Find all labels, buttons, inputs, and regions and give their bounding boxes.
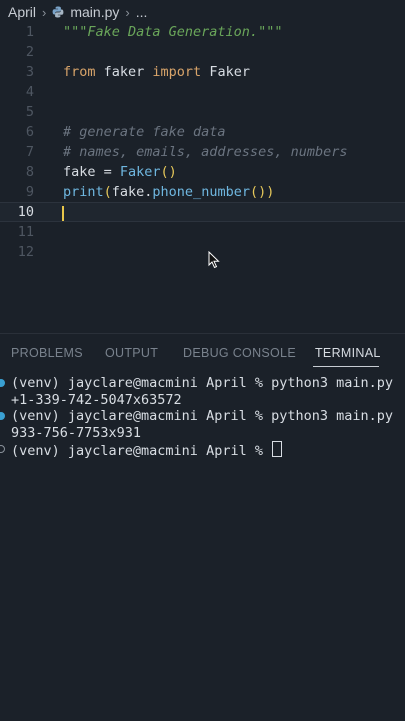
- code-line[interactable]: 1 """Fake Data Generation.""": [0, 22, 405, 42]
- terminal-text: (venv) jayclare@macmini April %: [11, 443, 272, 459]
- code-token: (): [249, 184, 267, 200]
- terminal-line: (venv) jayclare@macmini April % python3 …: [0, 375, 405, 392]
- line-number: 3: [25, 64, 34, 80]
- chevron-right-icon: ›: [42, 4, 47, 20]
- code-line[interactable]: 7 # names, emails, addresses, numbers: [0, 142, 405, 162]
- panel-tabs: PROBLEMS OUTPUT DEBUG CONSOLE TERMINAL: [0, 334, 405, 374]
- code-token: ): [266, 184, 275, 200]
- breadcrumb-file[interactable]: main.py: [70, 4, 119, 20]
- command-pending-dot-icon[interactable]: [0, 445, 5, 453]
- code-text: # names, emails, addresses, numbers: [63, 144, 347, 160]
- python-file-icon: [52, 6, 64, 18]
- code-token: fake.: [111, 184, 153, 200]
- terminal-text: +1-339-742-5047x63572: [11, 391, 182, 408]
- text-cursor: [62, 206, 64, 221]
- code-line[interactable]: 3 from faker import Faker: [0, 62, 405, 82]
- code-token: print: [63, 184, 104, 200]
- tab-terminal[interactable]: TERMINAL: [315, 346, 381, 360]
- code-token: phone_number: [152, 184, 250, 200]
- terminal-line: 933-756-7753x931: [0, 425, 405, 442]
- code-token: import: [152, 64, 202, 80]
- terminal-cursor: [272, 441, 283, 457]
- breadcrumb-more[interactable]: ...: [136, 4, 148, 20]
- code-text: """Fake Data Generation.""": [63, 24, 282, 40]
- line-number: 12: [17, 244, 34, 260]
- terminal-text: 933-756-7753x931: [11, 424, 142, 441]
- command-status-dot-icon[interactable]: [0, 379, 5, 387]
- bottom-panel: PROBLEMS OUTPUT DEBUG CONSOLE TERMINAL (…: [0, 333, 405, 721]
- code-token: # names, emails, addresses, numbers: [63, 144, 348, 160]
- code-line[interactable]: 9 print(fake.phone_number()): [0, 182, 405, 202]
- tab-output[interactable]: OUTPUT: [105, 346, 158, 360]
- line-number: 9: [25, 184, 34, 200]
- code-token: fake =: [63, 164, 120, 180]
- tab-debug-console[interactable]: DEBUG CONSOLE: [183, 346, 296, 360]
- code-line[interactable]: 11: [0, 222, 405, 242]
- code-line[interactable]: 4: [0, 82, 405, 102]
- active-tab-indicator: [313, 366, 379, 367]
- line-number: 8: [25, 164, 34, 180]
- tab-problems[interactable]: PROBLEMS: [11, 346, 83, 360]
- chevron-right-icon: ›: [125, 4, 130, 20]
- code-token: (: [103, 184, 112, 200]
- code-token: faker: [95, 64, 153, 80]
- code-token: Faker: [201, 64, 250, 80]
- code-text: print(fake.phone_number()): [63, 184, 274, 200]
- line-number: 2: [25, 44, 34, 60]
- breadcrumb-folder[interactable]: April: [8, 4, 36, 20]
- code-line[interactable]: 8 fake = Faker(): [0, 162, 405, 182]
- terminal-line: (venv) jayclare@macmini April % python3 …: [0, 408, 405, 425]
- code-text: # generate fake data: [63, 124, 226, 140]
- code-token: # generate fake data: [63, 124, 226, 140]
- terminal-text: (venv) jayclare@macmini April % python3 …: [11, 408, 394, 424]
- mouse-pointer-icon: [208, 251, 220, 269]
- line-number: 1: [25, 24, 34, 40]
- code-text: from faker import Faker: [63, 64, 250, 80]
- code-line[interactable]: 6 # generate fake data: [0, 122, 405, 142]
- line-number: 11: [17, 224, 34, 240]
- line-number: 10: [17, 204, 34, 220]
- code-token: from: [63, 64, 96, 80]
- terminal-line: (venv) jayclare@macmini April %: [0, 441, 405, 459]
- code-line[interactable]: 12: [0, 242, 405, 262]
- code-line[interactable]: 5: [0, 102, 405, 122]
- line-number: 5: [25, 104, 34, 120]
- code-editor[interactable]: 1 """Fake Data Generation.""" 2 3 from faker…: [0, 22, 405, 332]
- code-token: """Fake Data Generation.""": [63, 24, 283, 40]
- breadcrumb: April › main.py › ...: [0, 0, 405, 24]
- code-line[interactable]: 10: [0, 202, 405, 222]
- line-number: 7: [25, 144, 34, 160]
- line-number: 6: [25, 124, 34, 140]
- terminal-line: +1-339-742-5047x63572: [0, 392, 405, 409]
- code-line[interactable]: 2: [0, 42, 405, 62]
- terminal-output[interactable]: (venv) jayclare@macmini April % python3 …: [0, 375, 405, 459]
- terminal-text: (venv) jayclare@macmini April % python3 …: [11, 375, 394, 391]
- command-status-dot-icon[interactable]: [0, 412, 5, 420]
- code-text: fake = Faker(): [63, 164, 177, 180]
- code-token: (): [160, 164, 177, 180]
- code-token: Faker: [119, 164, 161, 180]
- line-number: 4: [25, 84, 34, 100]
